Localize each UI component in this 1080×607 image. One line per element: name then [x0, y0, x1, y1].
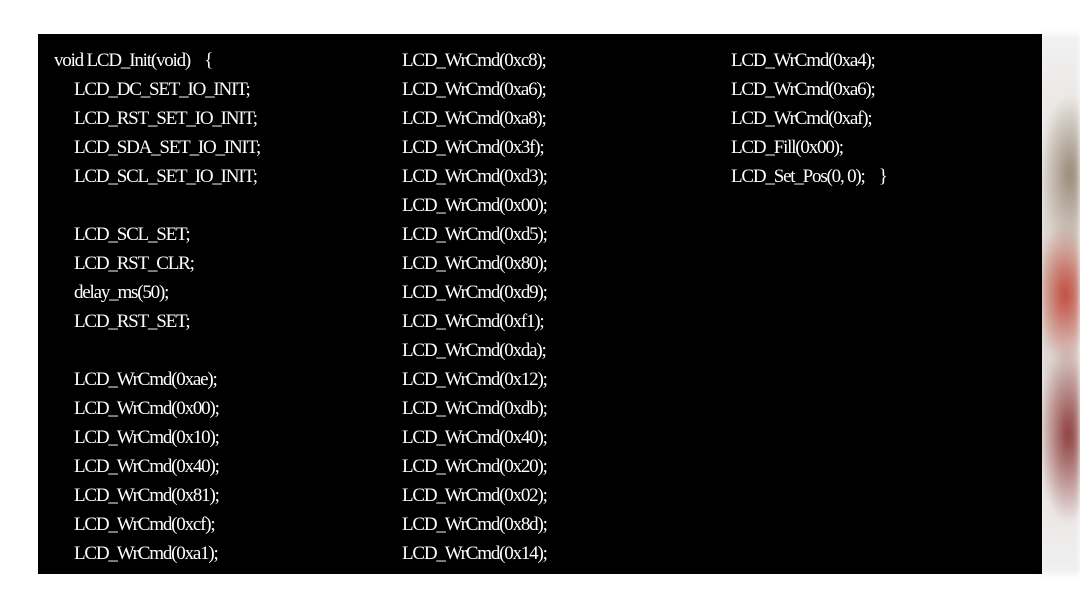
- code-line: LCD_WrCmd(0xae);: [74, 369, 218, 390]
- code-line: LCD_WrCmd(0x10);: [74, 427, 220, 448]
- slide-page: void LCD_Init(void) { LCD_DC_SET_IO_INIT…: [0, 0, 1080, 607]
- code-column-1: void LCD_Init(void) { LCD_DC_SET_IO_INIT…: [54, 46, 261, 568]
- code-line: LCD_Set_Pos(0, 0); }: [731, 166, 888, 187]
- code-line: LCD_RST_CLR;: [74, 253, 195, 274]
- code-line: LCD_WrCmd(0x8d);: [402, 514, 548, 535]
- code-line: LCD_WrCmd(0xda);: [402, 340, 547, 361]
- code-line: LCD_WrCmd(0xa4);: [731, 50, 876, 71]
- code-line: LCD_WrCmd(0xc8);: [402, 50, 547, 71]
- code-line: LCD_RST_SET;: [74, 311, 191, 332]
- code-line: LCD_WrCmd(0x3f);: [402, 137, 545, 158]
- code-column-3: LCD_WrCmd(0xa4); LCD_WrCmd(0xa6); LCD_Wr…: [731, 46, 888, 191]
- code-column-2: LCD_WrCmd(0xc8); LCD_WrCmd(0xa6); LCD_Wr…: [402, 46, 548, 568]
- code-line: LCD_WrCmd(0x81);: [74, 485, 220, 506]
- code-line: LCD_RST_SET_IO_INIT;: [74, 108, 258, 129]
- code-line: LCD_SCL_SET;: [74, 224, 191, 245]
- code-line: LCD_SCL_SET_IO_INIT;: [74, 166, 258, 187]
- code-line: LCD_WrCmd(0xaf);: [731, 108, 873, 129]
- code-line: LCD_WrCmd(0xd9);: [402, 282, 548, 303]
- code-line: LCD_WrCmd(0xdb);: [402, 398, 548, 419]
- code-line: LCD_WrCmd(0xa1);: [74, 543, 219, 564]
- code-line: LCD_WrCmd(0x00);: [74, 398, 220, 419]
- code-line: LCD_WrCmd(0xd5);: [402, 224, 548, 245]
- code-line: LCD_WrCmd(0x40);: [74, 456, 220, 477]
- code-line: LCD_WrCmd(0xa8);: [402, 108, 547, 129]
- code-line: LCD_Fill(0x00);: [731, 137, 844, 158]
- code-line: void LCD_Init(void) {: [54, 50, 213, 71]
- code-line: LCD_WrCmd(0x14);: [402, 543, 548, 564]
- code-line: LCD_WrCmd(0x20);: [402, 456, 548, 477]
- code-line: delay_ms(50);: [74, 282, 169, 303]
- code-line: LCD_WrCmd(0xa6);: [731, 79, 876, 100]
- code-line: LCD_WrCmd(0x12);: [402, 369, 548, 390]
- code-line: LCD_WrCmd(0x40);: [402, 427, 548, 448]
- code-line: LCD_WrCmd(0x80);: [402, 253, 548, 274]
- code-line: LCD_WrCmd(0x00);: [402, 195, 548, 216]
- code-line: LCD_WrCmd(0x02);: [402, 485, 548, 506]
- code-panel: void LCD_Init(void) { LCD_DC_SET_IO_INIT…: [38, 34, 1042, 574]
- code-line: LCD_WrCmd(0xf1);: [402, 311, 545, 332]
- code-line: LCD_WrCmd(0xa6);: [402, 79, 547, 100]
- background-photo-strip: [1040, 34, 1080, 574]
- code-line: LCD_SDA_SET_IO_INIT;: [74, 137, 261, 158]
- code-line: LCD_WrCmd(0xd3);: [402, 166, 548, 187]
- code-line: LCD_DC_SET_IO_INIT;: [74, 79, 251, 100]
- code-line: LCD_WrCmd(0xcf);: [74, 514, 216, 535]
